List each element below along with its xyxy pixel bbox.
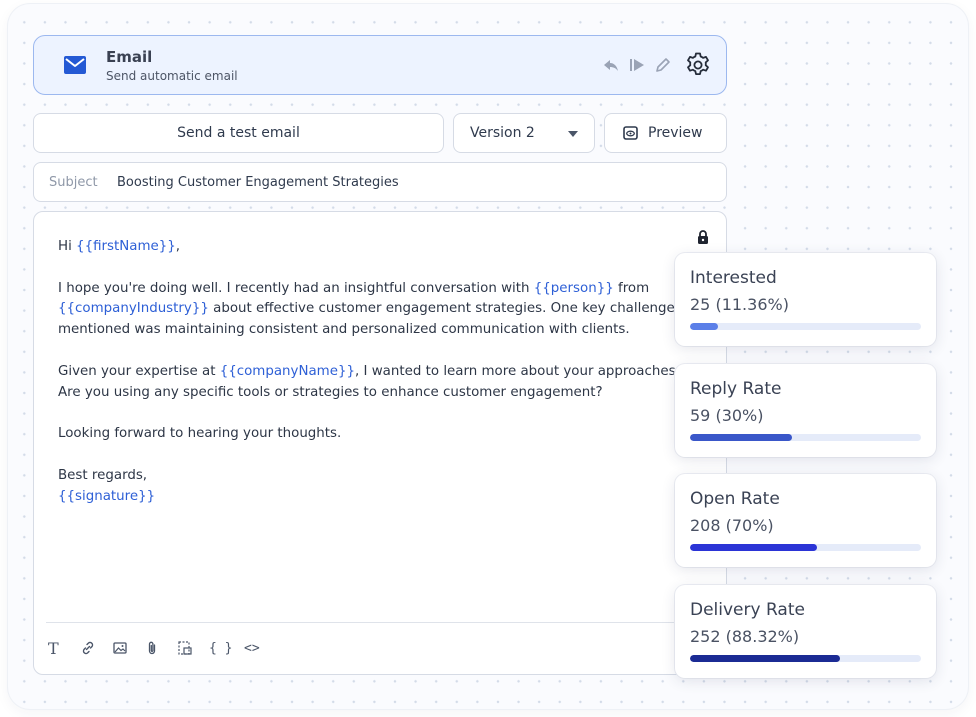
body-line: Given your expertise at {{companyName}},… — [58, 362, 680, 383]
stat-title: Delivery Rate — [690, 600, 805, 620]
send-test-email-label: Send a test email — [177, 125, 300, 141]
text: , — [175, 239, 181, 254]
body-line: Looking forward to hearing your thoughts… — [58, 426, 342, 442]
closing-line: Best regards, — [58, 467, 148, 483]
attachment-icon[interactable] — [144, 640, 160, 658]
step-subtitle: Send automatic email — [106, 69, 238, 83]
subject-field[interactable]: Subject Boosting Customer Engagement Str… — [33, 162, 727, 202]
text: , I wanted to learn more about your appr… — [355, 363, 680, 379]
body-line: {{companyIndustry}} about effective cust… — [58, 299, 678, 320]
progress-track — [690, 655, 921, 662]
preview-button[interactable]: Preview — [604, 113, 727, 153]
link-icon[interactable] — [80, 640, 96, 658]
variable-token[interactable]: {{person}} — [534, 281, 614, 296]
mail-icon — [64, 56, 86, 74]
email-body-text[interactable]: Hi {{firstName}}, I hope you're doing we… — [58, 237, 680, 508]
code-icon[interactable]: <> — [244, 641, 260, 659]
image-icon[interactable] — [112, 640, 128, 658]
subject-input[interactable]: Boosting Customer Engagement Strategies — [117, 175, 399, 190]
progress-fill — [690, 544, 818, 551]
stat-title: Open Rate — [690, 489, 780, 509]
email-body-editor[interactable]: Hi {{firstName}}, I hope you're doing we… — [33, 211, 727, 675]
lock-icon[interactable] — [696, 229, 710, 245]
toolbar-divider — [46, 622, 686, 623]
text: I hope you're doing well. I recently had… — [58, 280, 534, 296]
body-line: mentioned was maintaining consistent and… — [58, 322, 630, 338]
stat-card-open-rate: Open Rate 208 (70%) — [675, 474, 936, 567]
text: about effective customer engagement stra… — [208, 301, 675, 317]
text-format-icon[interactable]: T — [48, 639, 59, 658]
stat-card-reply-rate: Reply Rate 59 (30%) — [675, 364, 936, 457]
text: from — [613, 280, 650, 296]
stat-value: 25 (11.36%) — [690, 295, 789, 314]
reply-icon[interactable] — [602, 56, 620, 74]
variable-token[interactable]: {{companyName}} — [220, 364, 355, 379]
template-icon[interactable] — [177, 640, 193, 658]
caret-down-icon — [568, 131, 578, 137]
stat-title: Reply Rate — [690, 379, 782, 399]
stat-card-delivery-rate: Delivery Rate 252 (88.32%) — [675, 585, 936, 678]
pencil-icon[interactable] — [654, 56, 672, 74]
body-line: Are you using any specific tools or stra… — [58, 384, 603, 400]
version-selected-value: Version 2 — [470, 125, 535, 141]
email-step-card[interactable]: Email Send automatic email — [33, 35, 727, 95]
variable-token[interactable]: {{companyIndustry}} — [58, 301, 209, 316]
progress-track — [690, 323, 921, 330]
step-title: Email — [106, 48, 153, 66]
preview-label: Preview — [648, 125, 703, 141]
gear-icon[interactable] — [684, 51, 712, 79]
braces-icon[interactable]: { } — [209, 641, 232, 659]
stat-value: 208 (70%) — [690, 516, 774, 535]
stat-value: 252 (88.32%) — [690, 627, 800, 646]
stat-title: Interested — [690, 268, 777, 288]
body-line: I hope you're doing well. I recently had… — [58, 279, 678, 300]
text: Hi — [58, 239, 77, 254]
progress-fill — [690, 655, 841, 662]
variable-token[interactable]: {{signature}} — [58, 489, 155, 504]
skip-icon[interactable] — [628, 56, 646, 74]
subject-label: Subject — [49, 175, 98, 190]
version-select[interactable]: Version 2 — [453, 113, 595, 153]
stat-card-interested: Interested 25 (11.36%) — [675, 253, 936, 346]
progress-fill — [690, 323, 718, 330]
progress-track — [690, 434, 921, 441]
send-test-email-button[interactable]: Send a test email — [33, 113, 444, 153]
greeting-line: Hi {{firstName}}, — [58, 237, 678, 258]
variable-token[interactable]: {{firstName}} — [76, 239, 176, 254]
progress-track — [690, 544, 921, 551]
stat-value: 59 (30%) — [690, 406, 764, 425]
signature-line: {{signature}} — [58, 487, 678, 508]
text: Given your expertise at — [58, 363, 220, 379]
preview-icon — [623, 126, 638, 140]
progress-fill — [690, 434, 792, 441]
